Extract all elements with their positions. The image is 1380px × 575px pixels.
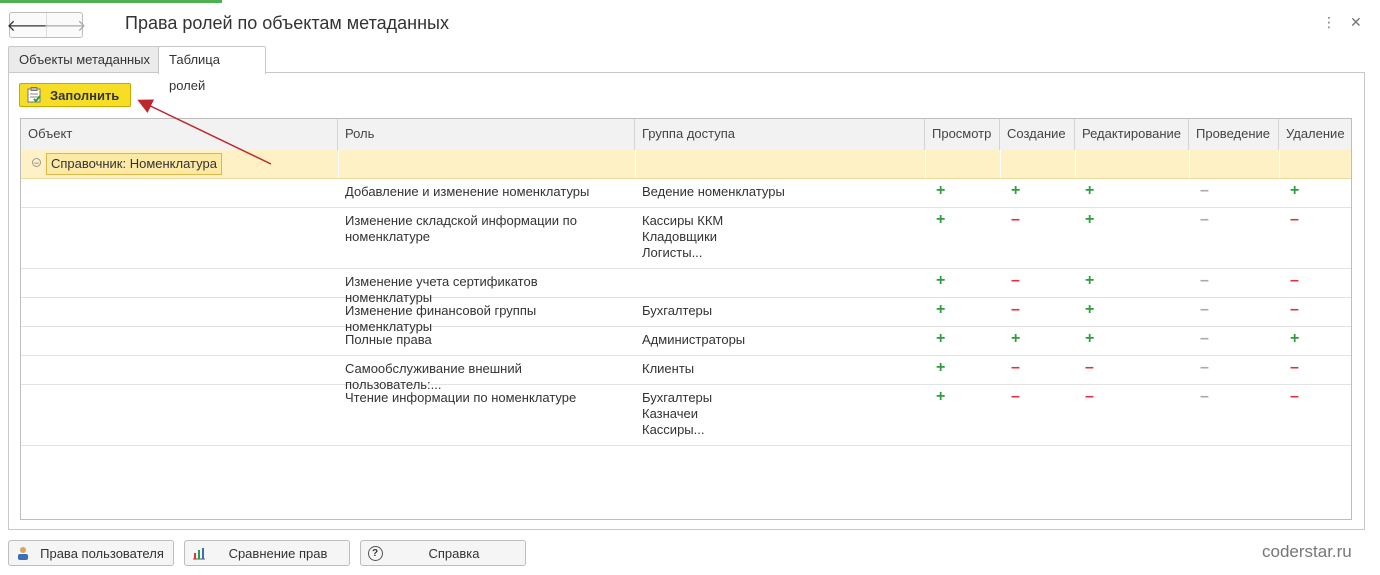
help-label: Справка (428, 545, 480, 561)
user-rights-label: Права пользователя (40, 545, 164, 561)
user-icon (15, 545, 31, 561)
annotation-arrow (137, 99, 272, 165)
compare-rights-label: Сравнение прав (228, 545, 328, 561)
help-button[interactable]: ? Справка (360, 540, 526, 566)
chart-icon (191, 545, 207, 561)
compare-rights-button[interactable]: Сравнение прав (184, 540, 350, 566)
help-icon: ? (367, 545, 383, 561)
user-rights-button[interactable]: Права пользователя (8, 540, 174, 566)
watermark: coderstar.ru (1262, 542, 1352, 561)
